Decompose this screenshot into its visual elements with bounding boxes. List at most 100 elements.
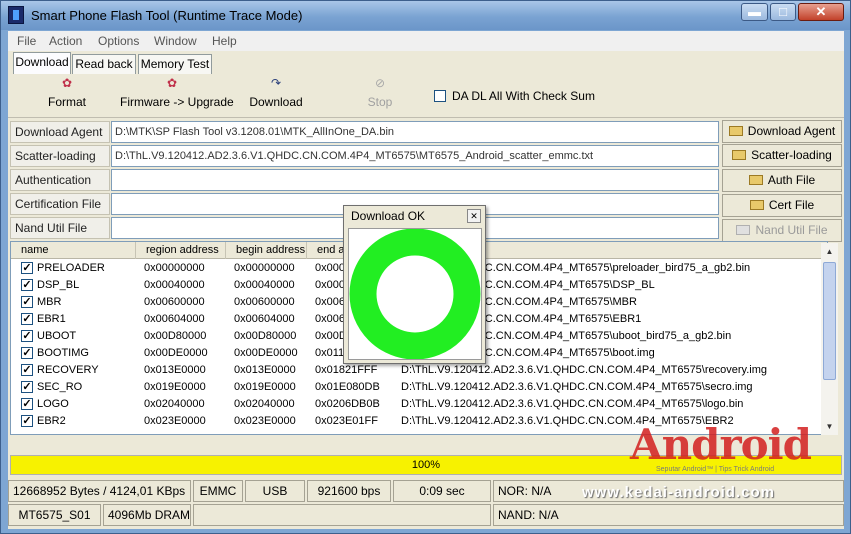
- dialog-close-icon[interactable]: ✕: [467, 209, 481, 223]
- column-name[interactable]: name: [11, 242, 136, 259]
- format-button[interactable]: ✿ Format: [46, 76, 88, 109]
- auth-file-button[interactable]: Auth File: [722, 169, 842, 192]
- stop-icon: ⊘: [374, 76, 386, 90]
- download-agent-label: Download Agent: [10, 121, 110, 143]
- scatter-file-label: Scatter-loading File: [10, 145, 110, 183]
- menu-action[interactable]: Action: [49, 34, 82, 48]
- nand-util-button-label: Nand Util File: [755, 223, 828, 237]
- cell-name: DSP_BL: [37, 279, 80, 291]
- cell-begin: 0x00604000: [234, 313, 295, 325]
- scroll-thumb[interactable]: [823, 262, 836, 380]
- minimize-button[interactable]: ▬: [741, 3, 768, 21]
- cell-begin: 0x02040000: [234, 398, 295, 410]
- cell-name: UBOOT: [37, 330, 77, 342]
- status-nand: NAND: N/A: [493, 504, 844, 526]
- download-agent-field[interactable]: D:\MTK\SP Flash Tool v3.1208.01\MTK_AllI…: [111, 121, 719, 143]
- cell-region: 0x023E0000: [144, 415, 206, 427]
- tab-read-back[interactable]: Read back: [72, 54, 136, 74]
- tab-memory-test[interactable]: Memory Test: [138, 54, 212, 74]
- status-dram: 4096Mb DRAM: [103, 504, 191, 526]
- cell-name: MBR: [37, 296, 62, 308]
- stop-button[interactable]: ⊘ Stop: [364, 76, 396, 109]
- cell-name: EBR2: [37, 415, 66, 427]
- menu-bar: File Action Options Window Help: [8, 31, 844, 51]
- row-checkbox[interactable]: ✓: [21, 364, 33, 376]
- cell-region: 0x00604000: [144, 313, 205, 325]
- close-button[interactable]: ✕: [798, 3, 844, 21]
- status-time: 0:09 sec: [393, 480, 491, 502]
- row-checkbox[interactable]: ✓: [21, 398, 33, 410]
- column-region-address[interactable]: region address: [136, 242, 226, 259]
- cell-name: RECOVERY: [37, 364, 99, 376]
- scatter-file-field[interactable]: D:\ThL.V9.120412.AD2.3.6.V1.QHDC.CN.COM.…: [111, 145, 719, 167]
- auth-file-field[interactable]: [111, 169, 719, 191]
- scatter-loading-button-label: Scatter-loading: [751, 148, 832, 162]
- watermark-site: www.kedai-android.com: [582, 484, 775, 501]
- status-chip: MT6575_S01: [8, 504, 101, 526]
- row-checkbox[interactable]: ✓: [21, 381, 33, 393]
- scroll-down-icon[interactable]: ▼: [821, 418, 838, 435]
- download-button[interactable]: ↷ Download: [248, 76, 304, 109]
- auth-file-label: Authentication File: [10, 169, 110, 207]
- cell-region: 0x00040000: [144, 279, 205, 291]
- status-port: USB: [245, 480, 305, 502]
- cell-begin: 0x00000000: [234, 262, 295, 274]
- app-icon: [8, 6, 24, 24]
- cell-name: SEC_RO: [37, 381, 83, 393]
- cell-region: 0x00000000: [144, 262, 205, 274]
- row-checkbox[interactable]: ✓: [21, 296, 33, 308]
- status-storage: EMMC: [193, 480, 243, 502]
- firmware-upgrade-button[interactable]: ✿ Firmware -> Upgrade: [120, 76, 234, 109]
- row-checkbox[interactable]: ✓: [21, 313, 33, 325]
- title-bar[interactable]: Smart Phone Flash Tool (Runtime Trace Mo…: [1, 1, 850, 30]
- watermark-logo: Android: [630, 420, 812, 469]
- row-checkbox[interactable]: ✓: [21, 415, 33, 427]
- cell-name: EBR1: [37, 313, 66, 325]
- row-checkbox[interactable]: ✓: [21, 347, 33, 359]
- cell-end: 0x0206DB0B: [315, 398, 380, 410]
- menu-options[interactable]: Options: [98, 34, 139, 48]
- format-label: Format: [47, 95, 86, 109]
- firmware-upgrade-label: Firmware -> Upgrade: [120, 95, 234, 109]
- tab-download[interactable]: Download: [13, 52, 71, 74]
- column-begin-address[interactable]: begin address: [226, 242, 307, 259]
- cert-file-label: Certification File: [10, 193, 110, 215]
- nand-util-label: Nand Util File: [10, 217, 110, 239]
- maximize-button[interactable]: □: [770, 3, 796, 21]
- table-row[interactable]: ✓ RECOVERY 0x013E0000 0x013E0000 0x01821FFF D…: [11, 362, 827, 379]
- folder-open-icon: [736, 225, 751, 235]
- download-agent-button-label: Download Agent: [747, 124, 836, 138]
- cell-begin: 0x00600000: [234, 296, 295, 308]
- watermark-tagline: Seputar Android™ | Tips Trick Android: [656, 466, 775, 473]
- format-icon: ✿: [61, 76, 73, 90]
- stop-label: Stop: [367, 95, 393, 109]
- row-checkbox[interactable]: ✓: [21, 279, 33, 291]
- nand-util-button[interactable]: Nand Util File: [722, 219, 842, 242]
- cert-file-button[interactable]: Cert File: [722, 194, 842, 217]
- row-checkbox[interactable]: ✓: [21, 330, 33, 342]
- download-agent-button[interactable]: Download Agent: [722, 120, 842, 143]
- folder-open-icon: [732, 150, 747, 160]
- success-ring-icon: [349, 228, 481, 360]
- menu-file[interactable]: File: [17, 34, 36, 48]
- table-row[interactable]: ✓ SEC_RO 0x019E0000 0x019E0000 0x01E080DB D:\…: [11, 379, 827, 396]
- cell-region: 0x00600000: [144, 296, 205, 308]
- menu-help[interactable]: Help: [212, 34, 237, 48]
- auth-file-button-label: Auth File: [767, 173, 816, 187]
- checksum-checkbox[interactable]: [434, 90, 446, 102]
- cell-begin: 0x019E0000: [234, 381, 296, 393]
- cell-end: 0x023E01FF: [315, 415, 378, 427]
- cell-end: 0x01E080DB: [315, 381, 380, 393]
- table-scrollbar[interactable]: ▲ ▼: [821, 243, 838, 435]
- menu-window[interactable]: Window: [154, 34, 197, 48]
- cell-region: 0x00DE0000: [144, 347, 208, 359]
- status-empty: [193, 504, 491, 526]
- cell-region: 0x019E0000: [144, 381, 206, 393]
- row-checkbox[interactable]: ✓: [21, 262, 33, 274]
- cell-name: PRELOADER: [37, 262, 105, 274]
- scatter-loading-button[interactable]: Scatter-loading: [722, 144, 842, 167]
- table-row[interactable]: ✓ LOGO 0x02040000 0x02040000 0x0206DB0B D:\Th…: [11, 396, 827, 413]
- status-baud: 921600 bps: [307, 480, 391, 502]
- folder-open-icon: [749, 200, 764, 210]
- scroll-up-icon[interactable]: ▲: [821, 243, 838, 260]
